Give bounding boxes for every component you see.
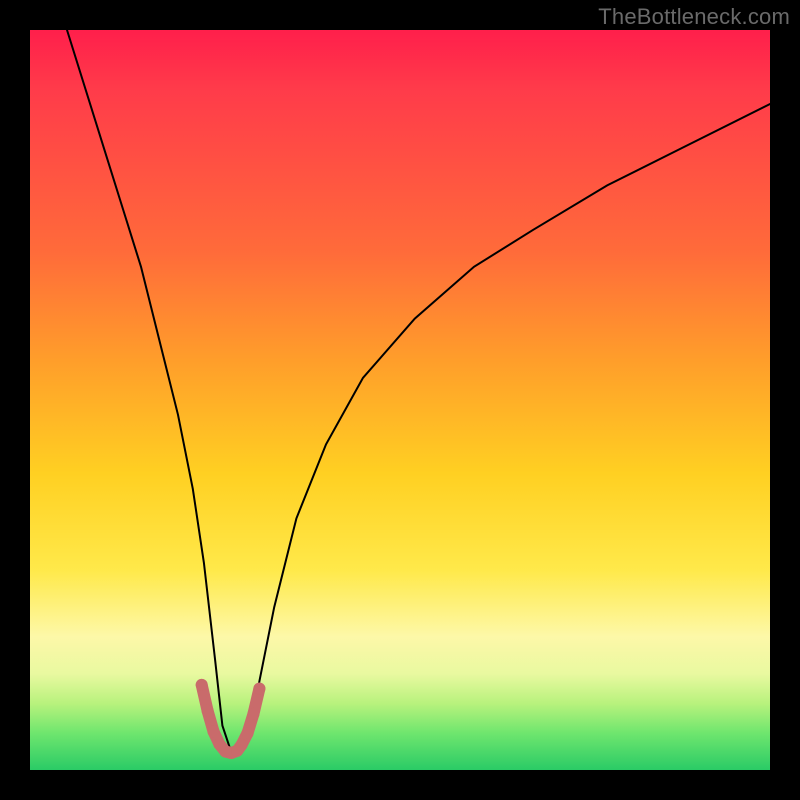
watermark-text: TheBottleneck.com: [598, 4, 790, 30]
trough-dot: [242, 727, 254, 739]
trough-dot: [248, 708, 260, 720]
trough-dot: [253, 683, 265, 695]
trough-dot: [196, 679, 208, 691]
trough-dot: [202, 705, 214, 717]
curve-layer: [30, 30, 770, 770]
plot-area: [30, 30, 770, 770]
chart-frame: TheBottleneck.com: [0, 0, 800, 800]
trough-dot: [208, 726, 220, 738]
bottleneck-curve: [67, 30, 770, 752]
trough-dot: [236, 739, 248, 751]
